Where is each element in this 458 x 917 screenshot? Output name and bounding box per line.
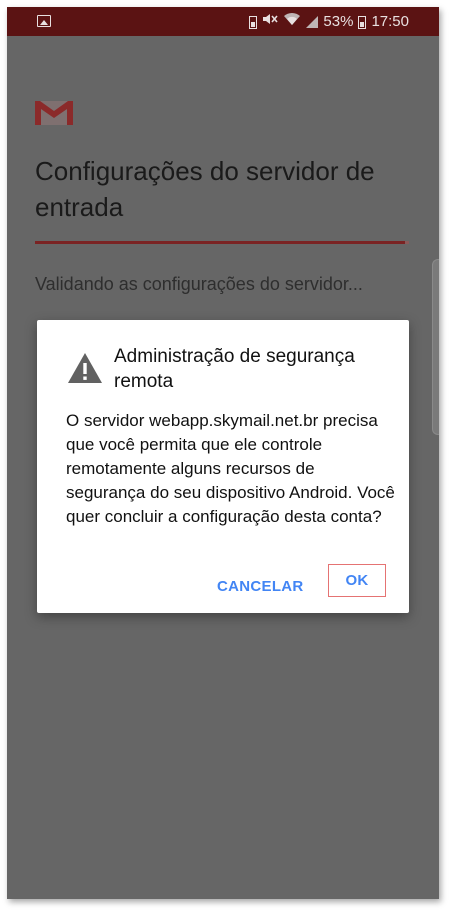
page-title: Configurações do servidor de entrada bbox=[35, 156, 375, 222]
edge-panel-handle[interactable] bbox=[432, 259, 439, 435]
cancel-button[interactable]: CANCELAR bbox=[217, 578, 304, 595]
status-bar: 53% 17:50 bbox=[7, 7, 439, 36]
wifi-icon bbox=[283, 12, 301, 32]
security-dialog: Administração de segurança remota O serv… bbox=[37, 320, 409, 613]
warning-icon bbox=[68, 353, 102, 383]
phone-screen: 53% 17:50 Configurações do servidor de e… bbox=[7, 7, 439, 899]
gmail-logo-icon bbox=[35, 101, 73, 125]
progress-fill bbox=[35, 241, 406, 244]
dialog-title: Administração de segurança remota bbox=[114, 346, 355, 392]
status-icons: 53% 17:50 bbox=[249, 12, 409, 32]
battery-percentage: 53% bbox=[323, 13, 354, 30]
clock: 17:50 bbox=[371, 13, 409, 30]
dialog-message: O servidor webapp.skymail.net.br precisa… bbox=[66, 411, 395, 526]
image-icon bbox=[37, 15, 51, 27]
battery-icon bbox=[358, 15, 367, 29]
battery-saver-icon bbox=[249, 15, 258, 29]
signal-icon bbox=[306, 16, 319, 28]
ok-button[interactable]: OK bbox=[328, 564, 386, 597]
progress-bar bbox=[35, 241, 409, 244]
validating-status-text: Validando as configurações do servidor..… bbox=[35, 274, 363, 294]
mute-icon bbox=[262, 12, 279, 32]
